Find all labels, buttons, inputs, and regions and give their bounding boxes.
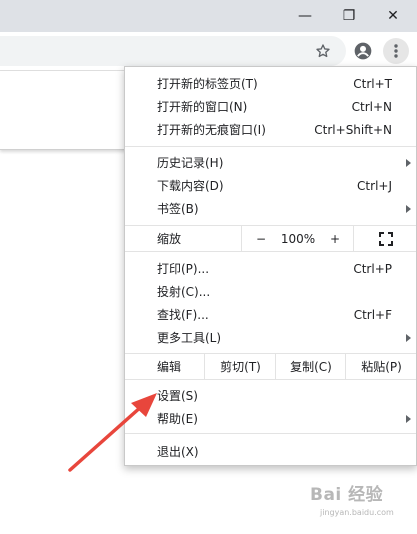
baidu-jingyan-watermark: Bai 经验 jingyan.baidu.com (298, 478, 413, 524)
watermark-url: jingyan.baidu.com (320, 508, 394, 517)
watermark-logo-text: Bai 经验 (310, 485, 384, 505)
annotation-arrow-shaft (68, 404, 144, 472)
annotation-arrow-icon (68, 393, 157, 472)
